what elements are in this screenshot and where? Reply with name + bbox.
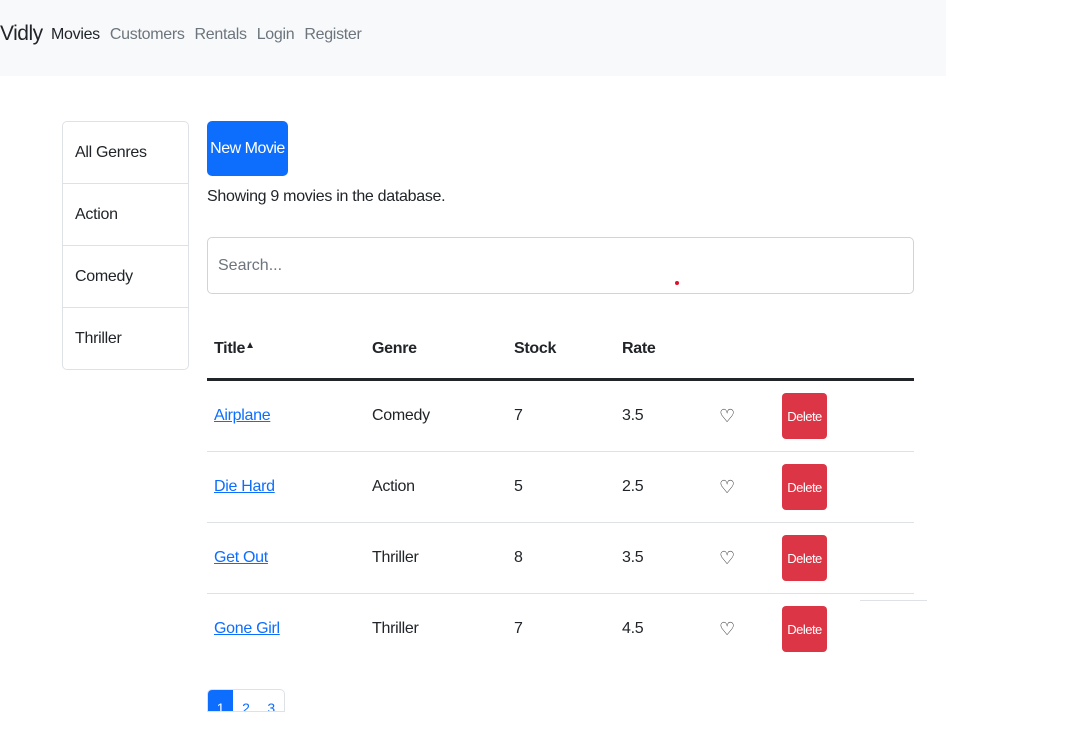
movie-stock: 5 [507, 451, 615, 523]
page-link-3[interactable]: 3 [259, 690, 284, 711]
brand-logo[interactable]: Vidly [0, 22, 43, 46]
movie-rate: 3.5 [615, 522, 712, 594]
page-link-1[interactable]: 1 [208, 690, 234, 711]
sort-asc-icon: ▲ [245, 340, 255, 351]
heart-outline-icon[interactable]: ♡ [719, 619, 735, 639]
column-header-title[interactable]: Title▲ [207, 320, 365, 381]
nav-link-login[interactable]: Login [257, 26, 295, 44]
movie-rate: 2.5 [615, 451, 712, 523]
nav-link-rentals[interactable]: Rentals [195, 26, 247, 44]
column-header-genre[interactable]: Genre [365, 320, 507, 381]
movie-stock: 8 [507, 522, 615, 594]
movie-genre: Action [365, 451, 507, 523]
genre-item-all[interactable]: All Genres [63, 122, 188, 184]
page-link-2[interactable]: 2 [233, 690, 258, 711]
nav-link-customers[interactable]: Customers [110, 26, 185, 44]
movie-title-link[interactable]: Die Hard [214, 478, 275, 495]
genre-item-thriller[interactable]: Thriller [63, 308, 188, 369]
movie-stock: 7 [514, 620, 523, 637]
new-movie-button[interactable]: New Movie [207, 121, 288, 176]
delete-button[interactable]: Delete [782, 535, 827, 581]
genre-item-comedy[interactable]: Comedy [63, 246, 188, 308]
delete-button[interactable]: Delete [782, 393, 827, 439]
column-header-title-label: Title [214, 340, 246, 357]
delete-button[interactable]: Delete [782, 464, 827, 510]
nav-links: Movies Customers Rentals Login Register [51, 26, 362, 44]
movie-genre: Thriller [365, 522, 507, 594]
navbar: Vidly Movies Customers Rentals Login Reg… [0, 0, 946, 76]
genre-item-action[interactable]: Action [63, 184, 188, 246]
table-header-row: Title▲ Genre Stock Rate [207, 320, 914, 381]
column-header-like [712, 320, 775, 381]
movie-genre: Thriller [372, 620, 419, 637]
column-header-stock[interactable]: Stock [507, 320, 615, 381]
movie-title-link[interactable]: Airplane [214, 407, 271, 424]
table-row: Die Hard Action 5 2.5 ♡ Delete [207, 451, 914, 523]
movie-stock: 7 [507, 379, 615, 452]
delete-button[interactable]: Delete [782, 606, 827, 652]
movies-table: Title▲ Genre Stock Rate Airplane Comedy … [207, 320, 914, 664]
divider [860, 600, 927, 601]
movie-title-link[interactable]: Get Out [214, 549, 268, 566]
movie-count-text: Showing 9 movies in the database. [207, 188, 446, 205]
column-header-action [775, 320, 914, 381]
pagination: 1 2 3 [207, 689, 285, 712]
movie-genre: Comedy [365, 379, 507, 452]
table-row: Airplane Comedy 7 3.5 ♡ Delete [207, 379, 914, 452]
movie-rate: 4.5 [622, 620, 644, 637]
genre-list: All Genres Action Comedy Thriller [62, 121, 189, 370]
cursor-dot [675, 281, 679, 285]
nav-link-register[interactable]: Register [304, 26, 361, 44]
column-header-rate[interactable]: Rate [615, 320, 712, 381]
heart-outline-icon[interactable]: ♡ [719, 548, 735, 568]
movie-rate: 3.5 [615, 379, 712, 452]
nav-link-movies[interactable]: Movies [51, 26, 100, 44]
heart-outline-icon[interactable]: ♡ [719, 477, 735, 497]
search-input[interactable] [207, 237, 914, 294]
table-row: Get Out Thriller 8 3.5 ♡ Delete [207, 522, 914, 594]
movie-title-link[interactable]: Gone Girl [214, 620, 280, 637]
heart-outline-icon[interactable]: ♡ [719, 406, 735, 426]
table-row: Gone Girl Thriller 7 4.5 ♡ Delete [207, 594, 914, 665]
